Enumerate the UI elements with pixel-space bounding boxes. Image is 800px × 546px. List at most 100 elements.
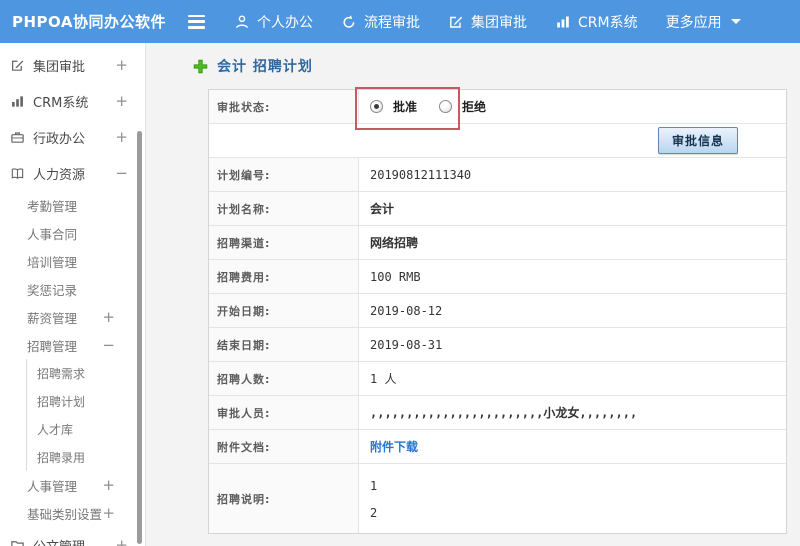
add-icon xyxy=(193,59,208,73)
expand-toggle[interactable]: + xyxy=(102,308,115,326)
nav-crm-system[interactable]: CRM系统 xyxy=(555,12,638,32)
sidebar-item-label: 招聘计划 xyxy=(37,394,86,409)
table-row-plan-name: 计划名称: 会计 xyxy=(209,192,786,226)
caret-down-icon xyxy=(730,19,741,24)
page-title-text: 会计 招聘计划 xyxy=(217,59,313,75)
field-value: 1 人 xyxy=(370,372,397,386)
field-value: 20190812111340 xyxy=(370,167,472,182)
sidebar-scrollbar[interactable] xyxy=(137,131,142,544)
sidebar-item-label: 基础类别设置 xyxy=(27,506,103,522)
field-label: 结束日期: xyxy=(209,328,359,361)
bar-chart-icon xyxy=(555,14,571,30)
sidebar-item-training[interactable]: 培训管理 xyxy=(0,247,145,275)
sidebar-item-personnel[interactable]: 人事管理 + xyxy=(0,471,145,499)
field-label: 招聘说明: xyxy=(209,464,359,533)
sidebar-item-label: CRM系统 xyxy=(33,95,89,111)
sidebar-item-label: 人力资源 xyxy=(33,167,86,183)
sidebar-item-recruit-hire[interactable]: 招聘录用 xyxy=(27,443,145,471)
nav-more-apps[interactable]: 更多应用 xyxy=(666,12,741,32)
field-value: 会计 xyxy=(370,202,395,216)
table-row-recruit-channel: 招聘渠道: 网络招聘 xyxy=(209,226,786,260)
nav-label: 集团审批 xyxy=(471,14,527,31)
hamburger-menu-icon[interactable] xyxy=(188,14,208,29)
sidebar-item-label: 招聘录用 xyxy=(37,450,86,465)
nav-process-approval[interactable]: 流程审批 xyxy=(341,12,420,32)
recruit-plan-detail-table: 审批状态: 批准 拒绝 审批信息 计划编号: 20190812111340 计划… xyxy=(208,87,787,534)
sidebar-item-hr-contract[interactable]: 人事合同 xyxy=(0,219,145,247)
radio-reject[interactable] xyxy=(439,100,453,113)
description-line: 2 xyxy=(370,506,378,520)
sidebar-item-base-category[interactable]: 基础类别设置 + xyxy=(0,499,145,527)
table-row-approvers: 审批人员: ,,,,,,,,,,,,,,,,,,,,,,,,小龙女,,,,,,,… xyxy=(209,396,786,430)
field-label: 招聘渠道: xyxy=(209,226,359,259)
attachment-download-link[interactable]: 附件下载 xyxy=(370,438,418,455)
nav-group-approval[interactable]: 集团审批 xyxy=(448,12,527,32)
table-row-approval-status: 审批状态: 批准 拒绝 xyxy=(209,90,786,124)
sidebar-item-recruit-plan[interactable]: 招聘计划 xyxy=(27,387,145,415)
sidebar-item-salary[interactable]: 薪资管理 + xyxy=(0,303,145,331)
top-nav: 个人办公 流程审批 集团审批 CRM系统 更多应用 xyxy=(234,12,741,32)
sidebar-item-label: 集团审批 xyxy=(33,59,86,75)
expand-toggle[interactable]: + xyxy=(115,56,128,74)
sidebar-item-attendance[interactable]: 考勤管理 xyxy=(0,191,145,219)
collapse-toggle[interactable]: − xyxy=(115,164,128,182)
sidebar-item-label: 人才库 xyxy=(37,422,74,437)
collapse-toggle[interactable]: − xyxy=(102,336,115,354)
field-value: 2019-08-31 xyxy=(370,337,443,352)
sidebar-item-document-mgmt[interactable]: 公文管理 + xyxy=(0,527,145,546)
sidebar-item-rewards[interactable]: 奖惩记录 xyxy=(0,275,145,303)
table-row-headcount: 招聘人数: 1 人 xyxy=(209,362,786,396)
recruitment-submenu: 招聘需求 招聘计划 人才库 招聘录用 xyxy=(26,359,145,471)
sidebar-item-recruitment[interactable]: 招聘管理 − xyxy=(0,331,145,359)
sidebar-item-talent-pool[interactable]: 人才库 xyxy=(27,415,145,443)
sidebar-item-hr[interactable]: 人力资源 − xyxy=(0,155,145,191)
expand-toggle[interactable]: + xyxy=(102,476,115,494)
table-row-description: 招聘说明: 1 2 xyxy=(209,464,786,533)
sidebar-item-recruit-demand[interactable]: 招聘需求 xyxy=(27,359,145,387)
sidebar-item-label: 人事合同 xyxy=(27,226,78,242)
description-line: 1 xyxy=(370,479,378,493)
expand-toggle[interactable]: + xyxy=(115,128,128,146)
field-label: 附件文档: xyxy=(209,430,359,463)
field-label: 审批状态: xyxy=(209,90,359,123)
approve-info-button[interactable]: 审批信息 xyxy=(657,127,738,154)
sidebar-item-label: 培训管理 xyxy=(27,254,78,270)
radio-approve-label[interactable]: 批准 xyxy=(393,98,417,115)
field-value: ,,,,,,,,,,,,,,,,,,,,,,,,小龙女,,,,,,,, xyxy=(370,406,638,420)
sidebar-item-group-approval[interactable]: 集团审批 + xyxy=(0,47,145,83)
sidebar-item-label: 行政办公 xyxy=(33,131,86,147)
nav-label: CRM系统 xyxy=(578,14,638,31)
edit-square-icon xyxy=(9,57,25,73)
field-label: 审批人员: xyxy=(209,396,359,429)
expand-toggle[interactable]: + xyxy=(115,536,128,546)
field-label: 计划编号: xyxy=(209,158,359,191)
document-icon xyxy=(9,537,25,546)
field-value: 批准 拒绝 xyxy=(359,90,786,123)
process-icon xyxy=(341,14,357,30)
field-value: 附件下载 xyxy=(359,430,786,463)
sidebar-item-label: 奖惩记录 xyxy=(27,282,78,298)
sidebar-item-crm[interactable]: CRM系统 + xyxy=(0,83,145,119)
nav-label: 个人办公 xyxy=(257,14,313,31)
expand-toggle[interactable]: + xyxy=(115,92,128,110)
briefcase-icon xyxy=(9,129,25,145)
table-row-end-date: 结束日期: 2019-08-31 xyxy=(209,328,786,362)
sidebar-item-label: 考勤管理 xyxy=(27,198,78,214)
sidebar-item-label: 公文管理 xyxy=(33,536,85,546)
field-label: 招聘费用: xyxy=(209,260,359,293)
field-value: 2019-08-12 xyxy=(370,303,443,318)
radio-approve[interactable] xyxy=(370,100,383,113)
app-logo: PHPOA协同办公软件 xyxy=(12,13,166,31)
expand-toggle[interactable]: + xyxy=(102,504,115,522)
radio-reject-label[interactable]: 拒绝 xyxy=(462,98,486,115)
top-header: PHPOA协同办公软件 个人办公 流程审批 集团审批 CRM系统 更多应用 xyxy=(0,0,800,43)
main-content: 会计 招聘计划 审批状态: 批准 拒绝 审批信息 计划编号: 201908121… xyxy=(147,43,800,546)
nav-personal-office[interactable]: 个人办公 xyxy=(234,12,313,32)
book-icon xyxy=(9,165,25,181)
sidebar: 集团审批 + CRM系统 + 行政办公 + 人力资源 − 考勤管理 人事合同 培… xyxy=(0,43,146,546)
sidebar-item-label: 招聘需求 xyxy=(37,366,86,381)
user-icon xyxy=(234,14,250,30)
field-value: 网络招聘 xyxy=(370,236,419,250)
sidebar-item-admin-office[interactable]: 行政办公 + xyxy=(0,119,145,155)
nav-label: 更多应用 xyxy=(665,14,722,31)
